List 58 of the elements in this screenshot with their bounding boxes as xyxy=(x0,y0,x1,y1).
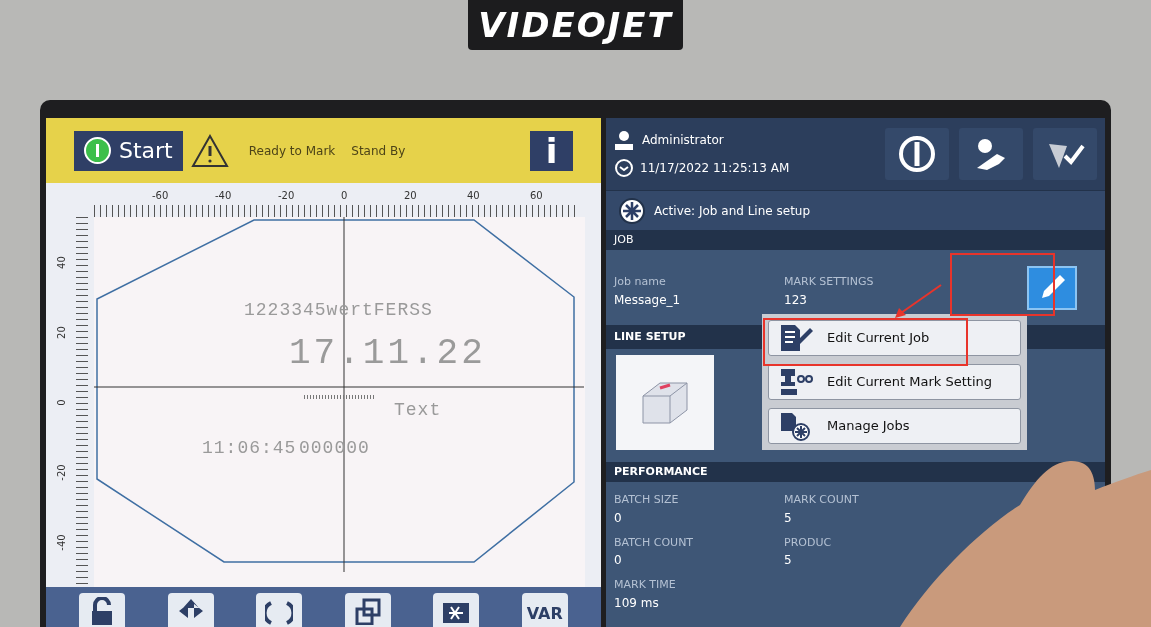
field-label: MARK SETTINGS xyxy=(784,274,875,291)
start-button[interactable]: Start xyxy=(74,130,183,171)
active-mode-label: Active: Job and Line setup xyxy=(654,202,811,220)
field-value: Message_1 xyxy=(614,291,682,309)
menu-item[interactable]: Manage Jobs xyxy=(768,408,1021,444)
brand-logo: VIDEOJET xyxy=(468,0,683,50)
field-value: 109 ms xyxy=(614,594,660,612)
ruler-label: -40 xyxy=(215,189,233,203)
var-button[interactable]: VAR xyxy=(521,593,568,627)
checkmark-button[interactable] xyxy=(1033,128,1097,180)
move-arrows-icon[interactable] xyxy=(167,593,214,627)
clock-icon xyxy=(614,158,634,178)
power-icon xyxy=(84,137,111,164)
ruler-label: 60 xyxy=(530,189,544,203)
power-icon xyxy=(897,134,937,174)
menu-item[interactable]: Edit Current Mark Setting xyxy=(768,364,1021,400)
field-value: 5 xyxy=(784,509,793,527)
asterisk-icon xyxy=(618,196,646,225)
unlock-icon[interactable] xyxy=(79,593,126,627)
machine-gears-icon xyxy=(779,367,813,397)
user-icon xyxy=(614,130,634,150)
ruler-label: 0 xyxy=(341,189,349,203)
edit-button[interactable] xyxy=(1027,265,1077,310)
status-message: Stand By xyxy=(351,142,406,160)
menu-item[interactable]: Edit Current Job xyxy=(768,320,1021,356)
field-label: BATCH SIZE xyxy=(614,492,680,508)
field-label: MARK TIME xyxy=(614,577,677,593)
field-value: 5 xyxy=(784,552,793,569)
field-label: MARK COUNT xyxy=(784,492,860,508)
status-message: Ready to Mark xyxy=(248,142,336,160)
info-button[interactable]: i xyxy=(530,130,573,171)
ruler-label: 40 xyxy=(467,189,481,203)
document-asterisk-icon xyxy=(779,411,813,441)
date-time: 11/17/2022 11:25:13 AM xyxy=(640,160,790,177)
resize-icon[interactable] xyxy=(344,593,391,627)
field-value: 0 xyxy=(614,509,623,527)
barcode-drawing xyxy=(304,395,376,399)
section-header: PERFORMANCE xyxy=(606,462,1105,482)
user-name: Administrator xyxy=(642,132,724,149)
section-header: JOB xyxy=(606,230,1105,250)
warning-icon xyxy=(190,133,229,168)
power-button[interactable] xyxy=(885,128,949,180)
field-label: BATCH COUNT xyxy=(614,534,695,551)
ruler-label: 40 xyxy=(54,254,68,271)
field-value: 123 xyxy=(784,291,808,309)
ruler-label: 20 xyxy=(404,189,418,203)
ruler-label: -40 xyxy=(54,532,68,553)
settings-button[interactable] xyxy=(959,128,1023,180)
field-label: Job name xyxy=(614,274,667,291)
ruler-label: 0 xyxy=(54,397,68,408)
ruler-label: -20 xyxy=(54,462,68,483)
field-label: PRODUC xyxy=(784,534,833,551)
ruler-label: -60 xyxy=(152,189,170,203)
ruler-label: 20 xyxy=(54,324,68,341)
annotation-arrow xyxy=(893,283,943,320)
ruler-label: -20 xyxy=(278,189,296,203)
field-value: 0 xyxy=(614,552,623,569)
document-pencil-icon xyxy=(779,323,813,353)
